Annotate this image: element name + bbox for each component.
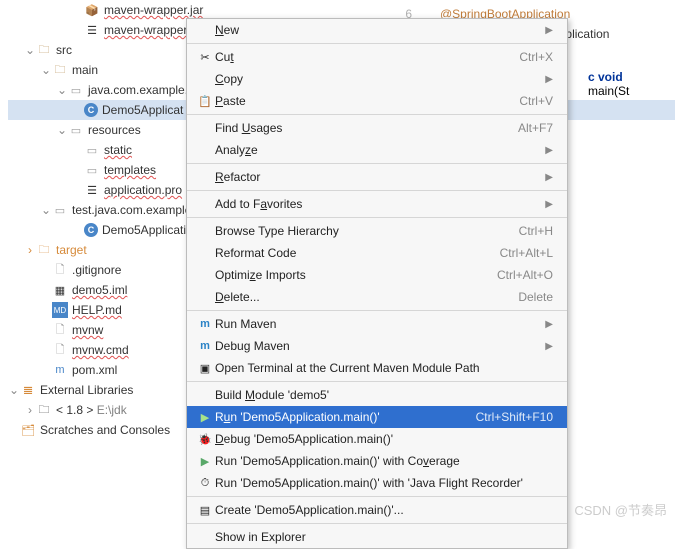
- menu-build-module[interactable]: Build Module 'demo5': [187, 384, 567, 406]
- submenu-arrow-icon: ▶: [545, 341, 553, 352]
- menu-find-usages[interactable]: Find UsagesAlt+F7: [187, 117, 567, 139]
- menu-add-favorites[interactable]: Add to Favorites▶: [187, 193, 567, 215]
- submenu-arrow-icon: ▶: [545, 199, 553, 210]
- jar-icon: 📦: [84, 2, 100, 18]
- context-menu: New▶ ✂CutCtrl+X Copy▶ 📋PasteCtrl+V Find …: [186, 18, 568, 549]
- menu-separator: [187, 496, 567, 497]
- cut-icon: ✂: [195, 51, 215, 64]
- menu-debug[interactable]: 🐞Debug 'Demo5Application.main()': [187, 428, 567, 450]
- chevron-down-icon: ⌄: [56, 123, 68, 137]
- menu-debug-maven[interactable]: mDebug Maven▶: [187, 335, 567, 357]
- menu-separator: [187, 43, 567, 44]
- submenu-arrow-icon: ▶: [545, 145, 553, 156]
- menu-reformat[interactable]: Reformat CodeCtrl+Alt+L: [187, 242, 567, 264]
- terminal-icon: ▣: [195, 362, 215, 375]
- run-icon: ▶: [195, 411, 215, 424]
- menu-optimize-imports[interactable]: Optimize ImportsCtrl+Alt+O: [187, 264, 567, 286]
- chevron-down-icon: ⌄: [24, 43, 36, 57]
- debug-icon: 🐞: [195, 433, 215, 446]
- menu-paste[interactable]: 📋PasteCtrl+V: [187, 90, 567, 112]
- file-icon: 🗋: [52, 322, 68, 338]
- menu-run-coverage[interactable]: ▶Run 'Demo5Application.main()' with Cove…: [187, 450, 567, 472]
- scratch-icon: 🗂: [20, 422, 36, 438]
- resources-icon: ▭: [68, 122, 84, 138]
- class-icon: C: [84, 103, 98, 117]
- menu-open-terminal[interactable]: ▣Open Terminal at the Current Maven Modu…: [187, 357, 567, 379]
- props-icon: ☰: [84, 22, 100, 38]
- menu-separator: [187, 163, 567, 164]
- md-icon: MD: [52, 302, 68, 318]
- folder-icon: ▭: [84, 142, 100, 158]
- menu-run-maven[interactable]: mRun Maven▶: [187, 313, 567, 335]
- submenu-arrow-icon: ▶: [545, 172, 553, 183]
- watermark: CSDN @节奏昂: [574, 500, 667, 519]
- menu-delete[interactable]: Delete...Delete: [187, 286, 567, 308]
- profiler-icon: ⏱: [195, 477, 215, 490]
- menu-separator: [187, 217, 567, 218]
- menu-copy[interactable]: Copy▶: [187, 68, 567, 90]
- submenu-arrow-icon: ▶: [545, 25, 553, 36]
- menu-separator: [187, 114, 567, 115]
- menu-new[interactable]: New▶: [187, 19, 567, 41]
- package-icon: ▭: [52, 202, 68, 218]
- menu-run[interactable]: ▶Run 'Demo5Application.main()'Ctrl+Shift…: [187, 406, 567, 428]
- paste-icon: 📋: [195, 95, 215, 108]
- library-icon: 𝌆: [20, 382, 36, 398]
- chevron-right-icon: ›: [24, 243, 36, 257]
- maven-icon: m: [52, 362, 68, 378]
- maven-icon: m: [195, 340, 215, 352]
- code-text: c void main(St: [588, 70, 667, 98]
- chevron-down-icon: ⌄: [56, 83, 68, 97]
- folder-icon: 🗀: [36, 42, 52, 58]
- menu-cut[interactable]: ✂CutCtrl+X: [187, 46, 567, 68]
- menu-analyze[interactable]: Analyze▶: [187, 139, 567, 161]
- file-icon: 🗋: [52, 262, 68, 278]
- menu-separator: [187, 310, 567, 311]
- class-icon: C: [84, 223, 98, 237]
- menu-show-explorer[interactable]: Show in Explorer: [187, 526, 567, 548]
- jdk-icon: 🗀: [36, 402, 52, 418]
- menu-refactor[interactable]: Refactor▶: [187, 166, 567, 188]
- iml-icon: ▦: [52, 282, 68, 298]
- chevron-down-icon: ⌄: [8, 383, 20, 397]
- menu-browse-hierarchy[interactable]: Browse Type HierarchyCtrl+H: [187, 220, 567, 242]
- menu-separator: [187, 381, 567, 382]
- chevron-down-icon: ⌄: [40, 203, 52, 217]
- menu-run-jfr[interactable]: ⏱Run 'Demo5Application.main()' with 'Jav…: [187, 472, 567, 494]
- menu-separator: [187, 190, 567, 191]
- file-icon: 🗋: [52, 342, 68, 358]
- maven-icon: m: [195, 318, 215, 330]
- chevron-down-icon: ⌄: [40, 63, 52, 77]
- chevron-right-icon: ›: [24, 403, 36, 417]
- menu-separator: [187, 523, 567, 524]
- coverage-icon: ▶: [195, 455, 215, 468]
- submenu-arrow-icon: ▶: [545, 74, 553, 85]
- folder-icon: 🗀: [52, 62, 68, 78]
- package-icon: ▭: [68, 82, 84, 98]
- props-icon: ☰: [84, 182, 100, 198]
- folder-icon: ▭: [84, 162, 100, 178]
- folder-icon: 🗀: [36, 242, 52, 258]
- submenu-arrow-icon: ▶: [545, 319, 553, 330]
- menu-create-config[interactable]: ▤Create 'Demo5Application.main()'...: [187, 499, 567, 521]
- config-icon: ▤: [195, 504, 215, 517]
